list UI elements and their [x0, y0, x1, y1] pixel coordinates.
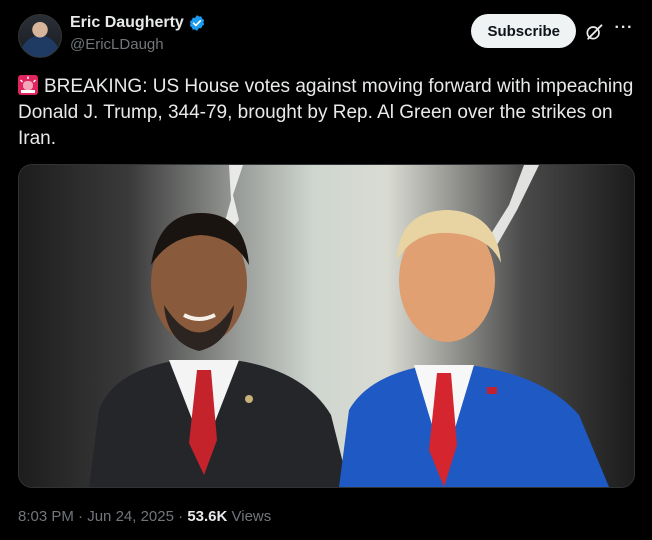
views-label: Views [227, 508, 272, 525]
author-display-name-row[interactable]: Eric Daugherty [70, 14, 206, 32]
tweet-date[interactable]: Jun 24, 2025 [87, 508, 174, 525]
tweet-image-illustration [89, 165, 609, 487]
verified-badge-icon [189, 15, 204, 31]
tweet-image[interactable] [18, 164, 635, 488]
subscribe-button[interactable]: Subscribe [471, 14, 576, 48]
tweet-text: BREAKING: US House votes against moving … [18, 74, 638, 152]
more-options-icon[interactable]: ··· [614, 18, 634, 38]
views-count[interactable]: 53.6K [187, 508, 227, 525]
rotating-light-emoji-icon [18, 75, 38, 95]
tweet-header: Eric Daugherty @EricLDaugh Subscribe ··· [18, 12, 634, 64]
author-avatar[interactable] [18, 14, 62, 58]
tweet-meta: 8:03 PM · Jun 24, 2025 · 53.6K Views [18, 508, 271, 525]
author-display-name[interactable]: Eric Daugherty [70, 14, 184, 32]
author-name-block[interactable]: Eric Daugherty @EricLDaugh [70, 14, 206, 53]
grok-icon[interactable] [584, 22, 604, 42]
author-handle[interactable]: @EricLDaugh [70, 36, 206, 53]
meta-separator: · [173, 508, 188, 525]
meta-separator: · [73, 508, 88, 525]
tweet-body-text: BREAKING: US House votes against moving … [18, 76, 634, 149]
tweet-time[interactable]: 8:03 PM [18, 508, 74, 525]
